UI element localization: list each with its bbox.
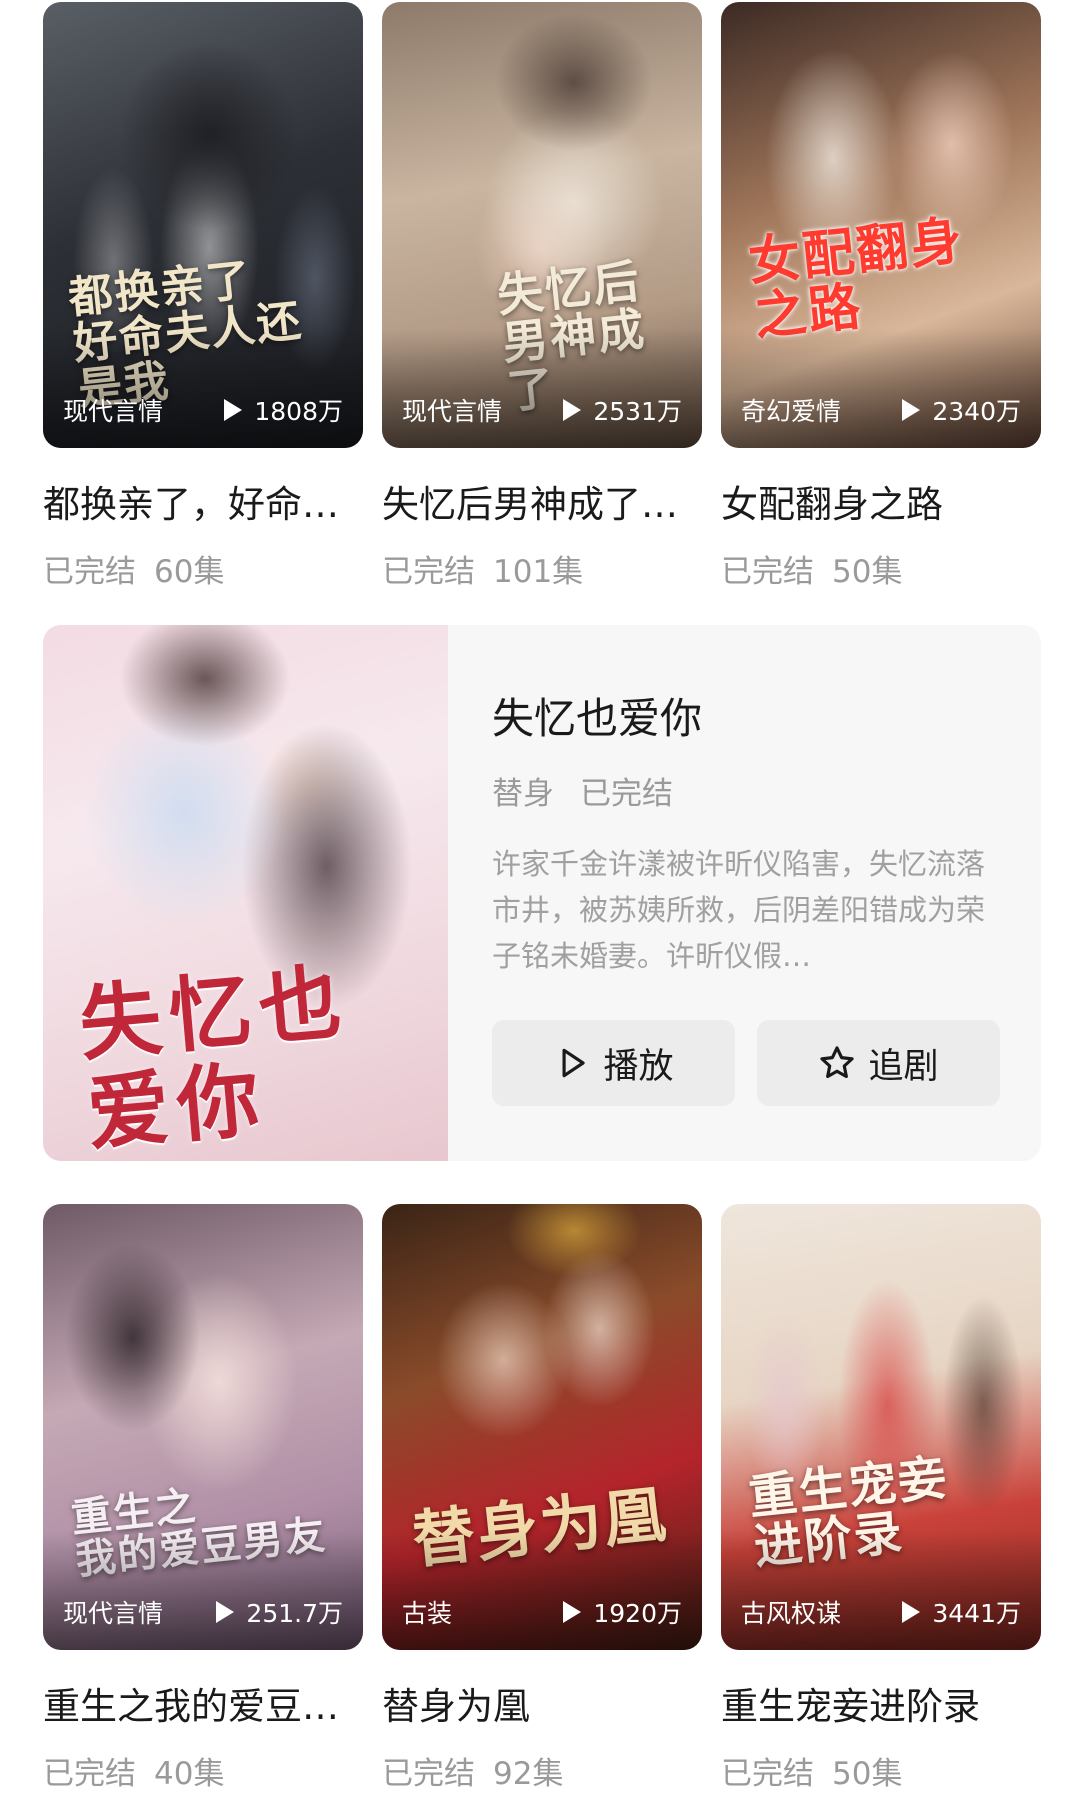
- drama-status: 已完结: [721, 1756, 814, 1792]
- play-button-label: 播放: [603, 1046, 674, 1087]
- drama-title[interactable]: 替身为凰: [382, 1676, 702, 1730]
- genre-label: 现代言情: [63, 397, 164, 426]
- drama-card[interactable]: 替身为凰 古装 1920万 替身为凰 已完结 92集: [382, 1204, 702, 1793]
- episode-count: 101集: [493, 554, 584, 590]
- play-icon: [902, 399, 921, 421]
- drama-status: 已完结: [43, 554, 136, 590]
- genre-label: 奇幻爱情: [741, 397, 842, 426]
- featured-status: 已完结: [580, 776, 673, 812]
- drama-status: 已完结: [43, 1756, 136, 1792]
- drama-card[interactable]: 失忆后 男神成了 现代言情 2531万 失忆后男神成了… 已完结 101集: [382, 2, 702, 591]
- drama-title[interactable]: 女配翻身之路: [721, 474, 1041, 528]
- drama-poster[interactable]: 替身为凰 古装 1920万: [382, 1204, 702, 1650]
- featured-tag: 替身: [492, 776, 554, 812]
- drama-poster[interactable]: 重生之 我的爱豆男友 现代言情 251.7万: [43, 1204, 363, 1650]
- play-button[interactable]: 播放: [492, 1020, 735, 1106]
- featured-title[interactable]: 失忆也爱你: [492, 685, 999, 746]
- play-count: 2531万: [563, 392, 682, 428]
- play-count: 3441万: [902, 1594, 1021, 1630]
- genre-label: 现代言情: [402, 397, 503, 426]
- drama-title[interactable]: 重生之我的爱豆…: [43, 1676, 363, 1730]
- drama-title[interactable]: 失忆后男神成了…: [382, 474, 702, 528]
- episode-count: 92集: [493, 1756, 564, 1792]
- episode-count: 60集: [154, 554, 225, 590]
- follow-button-label: 追剧: [868, 1046, 939, 1087]
- drama-poster[interactable]: 重生宠妾 进阶录 古风权谋 3441万: [721, 1204, 1041, 1650]
- drama-status: 已完结: [382, 1756, 475, 1792]
- drama-grid-row-1: 都换亲了 好命夫人还是我 现代言情 1808万 都换亲了，好命… 已完结 60集…: [43, 2, 1041, 591]
- featured-poster[interactable]: 失忆也 爱你: [43, 625, 448, 1161]
- play-count: 1920万: [563, 1594, 682, 1630]
- drama-card[interactable]: 重生之 我的爱豆男友 现代言情 251.7万 重生之我的爱豆… 已完结 40集: [43, 1204, 363, 1793]
- episode-count: 50集: [832, 1756, 903, 1792]
- drama-poster[interactable]: 都换亲了 好命夫人还是我 现代言情 1808万: [43, 2, 363, 448]
- play-icon: [902, 1601, 921, 1623]
- drama-card[interactable]: 都换亲了 好命夫人还是我 现代言情 1808万 都换亲了，好命… 已完结 60集: [43, 2, 363, 591]
- play-icon: [563, 399, 582, 421]
- drama-card[interactable]: 重生宠妾 进阶录 古风权谋 3441万 重生宠妾进阶录 已完结 50集: [721, 1204, 1041, 1793]
- drama-grid-row-2: 重生之 我的爱豆男友 现代言情 251.7万 重生之我的爱豆… 已完结 40集 …: [43, 1204, 1041, 1793]
- play-icon: [216, 1601, 235, 1623]
- play-count: 1808万: [224, 392, 343, 428]
- genre-label: 古风权谋: [741, 1599, 842, 1628]
- star-outline-icon: [820, 1046, 855, 1079]
- featured-description: 许家千金许漾被许昕仪陷害，失忆流落市井，被苏姨所救，后阴差阳错成为荣子铭未婚妻。…: [492, 847, 986, 973]
- play-icon: [563, 1601, 582, 1623]
- play-outline-icon: [562, 1048, 586, 1078]
- drama-poster[interactable]: 女配翻身 之路 奇幻爱情 2340万: [721, 2, 1041, 448]
- drama-title[interactable]: 重生宠妾进阶录: [721, 1676, 1041, 1730]
- episode-count: 50集: [832, 554, 903, 590]
- drama-status: 已完结: [382, 554, 475, 590]
- drama-title[interactable]: 都换亲了，好命…: [43, 474, 363, 528]
- drama-status: 已完结: [721, 554, 814, 590]
- poster-title-art: 失忆也 爱你: [75, 953, 353, 1161]
- genre-label: 现代言情: [63, 1599, 164, 1628]
- play-count: 2340万: [902, 392, 1021, 428]
- genre-label: 古装: [402, 1599, 453, 1628]
- play-count: 251.7万: [216, 1594, 343, 1630]
- featured-drama-card[interactable]: 失忆也 爱你 失忆也爱你 替身 已完结 许家千金许漾被许昕仪陷害，失忆流落市井，…: [43, 625, 1041, 1161]
- drama-poster[interactable]: 失忆后 男神成了 现代言情 2531万: [382, 2, 702, 448]
- drama-card[interactable]: 女配翻身 之路 奇幻爱情 2340万 女配翻身之路 已完结 50集: [721, 2, 1041, 591]
- play-icon: [224, 399, 243, 421]
- episode-count: 40集: [154, 1756, 225, 1792]
- featured-info: 失忆也爱你 替身 已完结 许家千金许漾被许昕仪陷害，失忆流落市井，被苏姨所救，后…: [448, 625, 1041, 1161]
- follow-button[interactable]: 追剧: [757, 1020, 1000, 1106]
